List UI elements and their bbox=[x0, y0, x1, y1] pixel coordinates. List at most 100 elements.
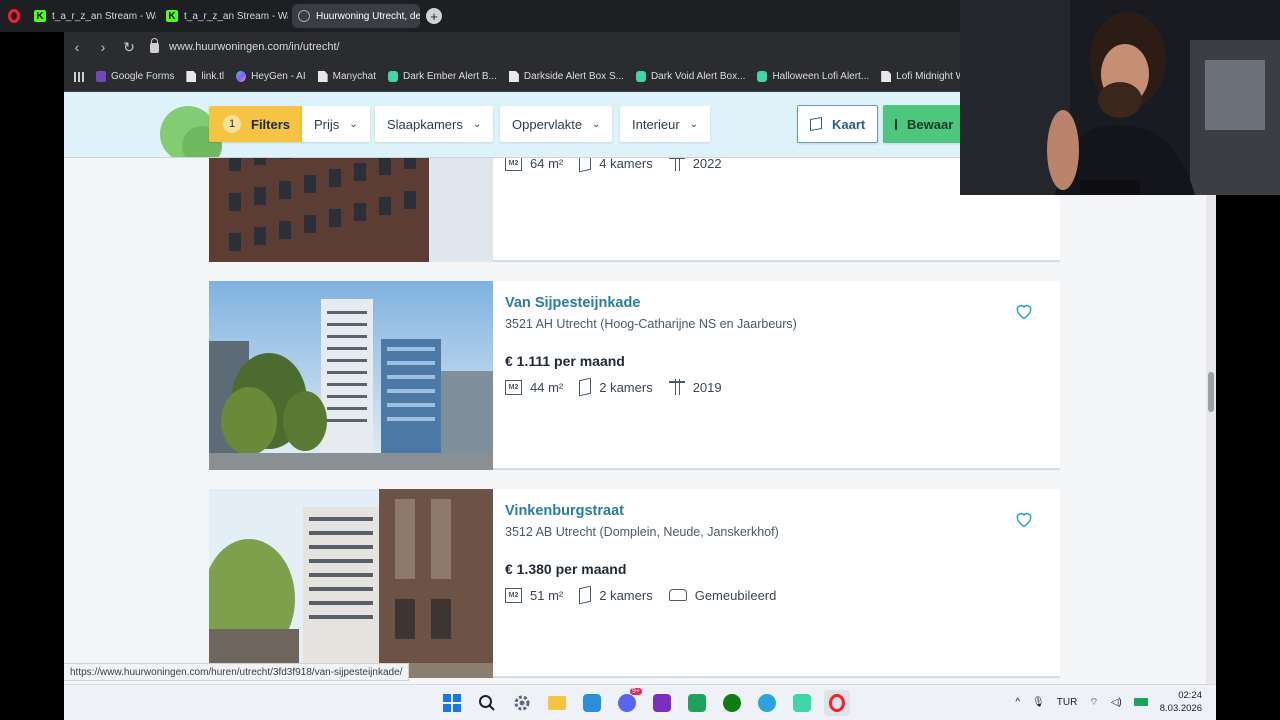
listing-title[interactable]: Van Sijpesteijnkade bbox=[505, 295, 1040, 311]
doc-icon bbox=[881, 71, 892, 82]
opera-app[interactable] bbox=[824, 690, 850, 716]
bookmark-item[interactable]: Google Forms bbox=[96, 71, 174, 82]
bookmark-label: Dark Ember Alert B... bbox=[402, 71, 497, 82]
listing-title[interactable]: Vinkenburgstraat bbox=[505, 503, 1040, 519]
bookmark-item[interactable]: HeyGen - AI bbox=[236, 71, 306, 82]
area-dropdown[interactable]: Oppervlakte ⌄ bbox=[500, 106, 613, 142]
area-icon: M2 bbox=[505, 379, 522, 395]
bookmark-item[interactable]: Manychat bbox=[317, 71, 376, 82]
clock[interactable]: 02:24 8.03.2026 bbox=[1160, 689, 1202, 715]
heygen-icon bbox=[236, 71, 247, 82]
rooms-value: 2 kamers bbox=[599, 379, 653, 395]
tab-stream-1[interactable]: K t_a_r_z_an Stream - Watch bbox=[28, 4, 156, 28]
url-field[interactable]: www.huurwoningen.com/in/utrecht/ bbox=[150, 38, 340, 53]
gear-icon bbox=[514, 695, 530, 711]
listing-features: M2 44 m² 2 kamers 2019 bbox=[505, 377, 1040, 397]
doc-icon bbox=[317, 71, 328, 82]
bedrooms-label: Slaapkamers bbox=[387, 116, 463, 132]
listing-card[interactable]: Vinkenburgstraat 3512 AB Utrecht (Domple… bbox=[209, 489, 1060, 678]
forward-button[interactable]: › bbox=[90, 32, 116, 62]
se-icon bbox=[635, 71, 646, 82]
listing-photo[interactable] bbox=[209, 489, 493, 678]
back-button[interactable]: ‹ bbox=[64, 32, 90, 62]
bookmark-label: Manychat bbox=[332, 71, 376, 82]
bookmark-item[interactable]: Dark Void Alert Box... bbox=[635, 71, 745, 82]
price-dropdown[interactable]: Prijs ⌄ bbox=[302, 106, 370, 142]
area-value: 51 m² bbox=[530, 587, 564, 603]
url-text: www.huurwoningen.com/in/utrecht/ bbox=[169, 41, 340, 53]
start-button[interactable] bbox=[439, 690, 465, 716]
system-tray: ^ 🎙 TUR ⌔ ◁) 02:24 8.03.2026 bbox=[1015, 689, 1202, 715]
area-icon: M2 bbox=[505, 587, 522, 603]
photos-app[interactable] bbox=[579, 690, 605, 716]
photos-icon bbox=[583, 694, 601, 712]
reload-button[interactable]: ↻ bbox=[116, 32, 142, 62]
language-indicator[interactable]: TUR bbox=[1057, 697, 1078, 708]
app-purple[interactable] bbox=[649, 690, 675, 716]
bookmarks-bar: Google Forms link.tl HeyGen - AI Manychat Da… bbox=[64, 62, 960, 92]
map-label: Kaart bbox=[832, 116, 866, 132]
bookmark-item[interactable]: Darkside Alert Box S... bbox=[508, 71, 624, 82]
bookmark-item[interactable]: Lofi Midnight Widg... bbox=[881, 71, 960, 82]
streamelements-app[interactable] bbox=[789, 690, 815, 716]
windows-taskbar: 9+ ^ 🎙 TUR ⌔ ◁) 02:24 8.03.2026 bbox=[64, 684, 1216, 720]
bell-icon bbox=[895, 118, 897, 130]
file-explorer-app[interactable] bbox=[544, 690, 570, 716]
wifi-icon[interactable]: ⌔ bbox=[1089, 696, 1098, 709]
battery-icon[interactable] bbox=[1133, 698, 1148, 706]
search-button[interactable] bbox=[474, 690, 500, 716]
interior-dropdown[interactable]: Interieur ⌄ bbox=[620, 106, 711, 142]
bedrooms-dropdown[interactable]: Slaapkamers ⌄ bbox=[375, 106, 494, 142]
bookmark-label: HeyGen - AI bbox=[251, 71, 306, 82]
listing-price: € 1.111 per maand bbox=[505, 353, 625, 369]
bookmark-label: Google Forms bbox=[111, 71, 175, 82]
opera-logo-icon[interactable] bbox=[0, 0, 28, 32]
sofa-icon bbox=[668, 589, 687, 601]
heart-icon[interactable] bbox=[1014, 301, 1034, 321]
spreadsheet-app[interactable] bbox=[684, 690, 710, 716]
webcam-overlay bbox=[960, 0, 1280, 195]
doc-icon bbox=[508, 71, 519, 82]
tab-huurwoning[interactable]: Huurwoning Utrecht, de N bbox=[292, 4, 420, 28]
bookmark-item[interactable]: Halloween Lofi Alert... bbox=[757, 71, 869, 82]
tab-stream-2[interactable]: K t_a_r_z_an Stream - Watch bbox=[160, 4, 288, 28]
chevron-down-icon: ⌄ bbox=[592, 118, 601, 130]
chevron-down-icon: ⌄ bbox=[689, 118, 699, 130]
clock-time: 02:24 bbox=[1178, 690, 1202, 701]
heart-icon[interactable] bbox=[1014, 509, 1034, 529]
listing-photo[interactable] bbox=[209, 281, 493, 470]
new-tab-button[interactable]: + bbox=[426, 8, 442, 24]
discord-app[interactable]: 9+ bbox=[614, 688, 642, 716]
filters-button[interactable]: 1 Filters bbox=[209, 106, 305, 142]
filters-count: 1 bbox=[223, 115, 241, 133]
chevron-up-icon[interactable]: ^ bbox=[1015, 697, 1020, 708]
bookmark-label: link.tl bbox=[201, 71, 225, 82]
rooms-feature: 2 kamers bbox=[579, 377, 653, 397]
bookmark-item[interactable]: link.tl bbox=[186, 71, 224, 82]
left-margin bbox=[0, 32, 64, 720]
screen: K t_a_r_z_an Stream - Watch K t_a_r_z_an… bbox=[0, 0, 1280, 720]
apps-icon[interactable] bbox=[74, 71, 84, 82]
volume-icon[interactable]: ◁) bbox=[1111, 697, 1122, 708]
microphone-icon[interactable]: 🎙 bbox=[1032, 697, 1045, 708]
map-button[interactable]: Kaart bbox=[797, 105, 879, 143]
bookmark-item[interactable]: Dark Ember Alert B... bbox=[387, 71, 497, 82]
app-icon bbox=[653, 694, 671, 712]
telegram-icon bbox=[758, 694, 776, 712]
se-icon bbox=[757, 71, 768, 82]
xbox-app[interactable] bbox=[719, 690, 745, 716]
area-label: Oppervlakte bbox=[512, 116, 583, 132]
doc-icon bbox=[186, 71, 197, 82]
save-label: Bewaar bbox=[907, 116, 954, 132]
telegram-app[interactable] bbox=[754, 690, 780, 716]
windows-icon bbox=[443, 694, 461, 712]
listing-price: € 1.380 per maand bbox=[505, 561, 627, 577]
save-search-button[interactable]: Bewaar bbox=[883, 105, 963, 143]
door-icon bbox=[579, 377, 592, 397]
scroll-thumb[interactable] bbox=[1208, 372, 1214, 412]
listing-features: M2 51 m² 2 kamers Gemeubileerd bbox=[505, 585, 1040, 605]
settings-app[interactable] bbox=[509, 690, 535, 716]
interior-label: Interieur bbox=[632, 116, 680, 132]
listing-card[interactable]: Van Sijpesteijnkade 3521 AH Utrecht (Hoo… bbox=[209, 281, 1060, 470]
address-bar: ‹ › ↻ www.huurwoningen.com/in/utrecht/ bbox=[64, 32, 960, 62]
